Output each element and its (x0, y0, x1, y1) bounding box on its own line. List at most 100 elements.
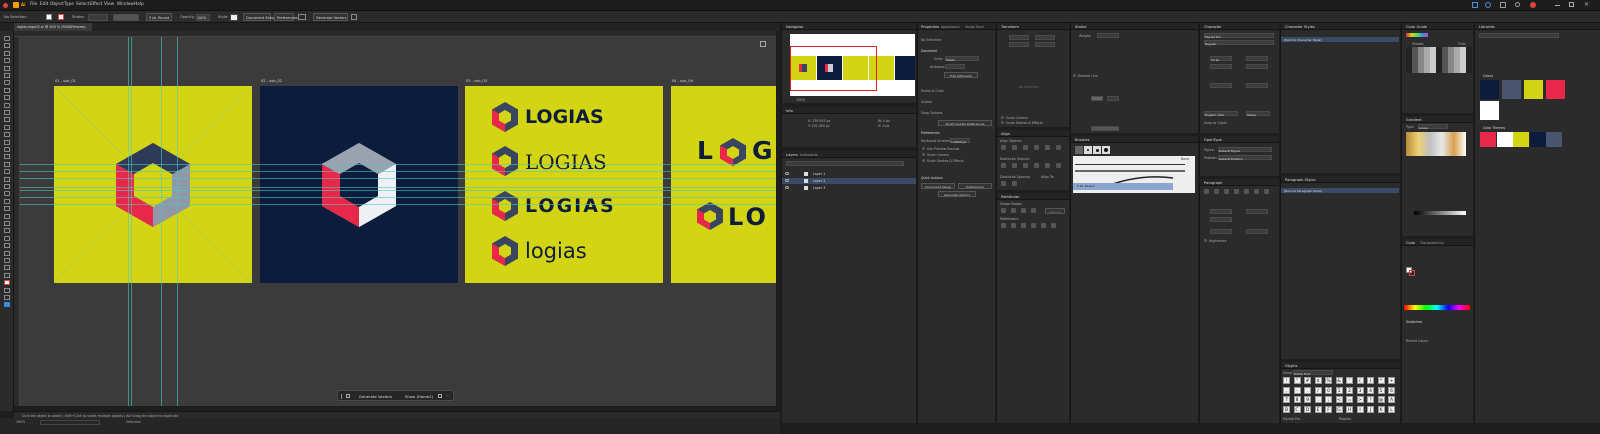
vertical-guide[interactable] (128, 37, 129, 406)
minus-back-icon[interactable] (1051, 223, 1056, 228)
props-document-setup-button[interactable]: Document Setup (921, 183, 955, 189)
eyedropper-tool-icon[interactable] (4, 221, 10, 226)
zoom-level[interactable]: 300% (16, 420, 25, 424)
align-option-icon[interactable] (1012, 163, 1017, 168)
hand-tool-icon[interactable] (4, 265, 10, 271)
close-icon[interactable] (3, 3, 8, 8)
paragraph-style-row[interactable]: [Normal Paragraph Style] (1281, 188, 1399, 193)
glyph-cell[interactable]: 7 (1283, 396, 1290, 403)
layer-row-3[interactable]: Layer 3 (782, 185, 916, 191)
glyph-cell[interactable]: ' (1346, 377, 1353, 384)
slice-tool-icon[interactable] (4, 258, 10, 263)
align-option-icon[interactable] (1045, 163, 1050, 168)
glyph-cell[interactable]: C (1293, 405, 1301, 413)
props-generate-vectors-button[interactable]: Generate Vectors (938, 191, 976, 197)
glyph-cell[interactable]: L (1388, 405, 1395, 413)
library-theme-swatch[interactable] (1496, 132, 1513, 147)
transform-w-input[interactable] (1035, 35, 1055, 40)
minus-front-icon[interactable] (1011, 208, 1016, 213)
horizontal-guide[interactable] (20, 204, 776, 205)
color-guide-harmony[interactable] (1406, 33, 1428, 37)
navigator-title[interactable]: Navigator (786, 25, 804, 29)
shaper-tool-icon[interactable] (4, 124, 10, 130)
info-title[interactable]: Info (786, 109, 793, 113)
tracking-input[interactable] (1246, 64, 1268, 69)
trim-icon[interactable] (1011, 223, 1016, 228)
align-option-icon[interactable] (1034, 163, 1039, 168)
libraries-search[interactable] (1479, 33, 1559, 38)
pen-icon[interactable] (346, 394, 350, 398)
document-tab[interactable]: logias-logo02.ai @ 300 % (RGB/Preview) (14, 23, 92, 31)
gradient-swatch-grid[interactable] (1406, 132, 1466, 156)
appearance-tab[interactable]: Appearance (941, 25, 960, 29)
brushes-title[interactable]: Brushes (1075, 138, 1089, 142)
glyphs-show-dropdown[interactable]: Entire Font (1293, 370, 1333, 376)
transform-h-input[interactable] (1035, 42, 1055, 47)
align-option-icon[interactable] (1056, 163, 1061, 168)
pencil-tool-icon[interactable] (4, 132, 10, 138)
zoom-tool-icon[interactable] (4, 272, 10, 278)
horizontal-guide[interactable] (20, 171, 776, 172)
glyph-cell[interactable]: K (1377, 405, 1385, 413)
kerning-input[interactable] (1210, 64, 1232, 69)
library-theme-swatch[interactable] (1480, 132, 1496, 147)
vertical-guide[interactable] (177, 37, 178, 406)
show-home-button[interactable]: Show (Home2) (400, 392, 436, 400)
glyph-cell[interactable]: > (1356, 396, 1364, 403)
indent-right-input[interactable] (1246, 209, 1268, 214)
navigator-thumbnail[interactable] (790, 34, 915, 96)
glyph-cell[interactable]: < (1335, 396, 1343, 403)
blend-tool-icon[interactable] (4, 228, 10, 234)
brush-selected-row[interactable]: 5 pt. Round (1073, 183, 1173, 190)
artboard-1[interactable] (54, 86, 252, 283)
unite-icon[interactable] (1001, 208, 1006, 213)
glyph-cell[interactable]: @ (1377, 396, 1385, 403)
scale-strokes-checkbox[interactable] (922, 159, 925, 162)
glyph-cell[interactable]: % (1325, 377, 1332, 384)
brush-library-box[interactable]: Basic 5 pt. Round (1073, 156, 1195, 193)
menu-select[interactable]: Select (76, 2, 89, 7)
color-stroke-swatch[interactable] (1409, 270, 1415, 276)
crop-icon[interactable] (1031, 223, 1036, 228)
stroke-weight-field[interactable] (1097, 33, 1119, 38)
color-tab[interactable]: Color (1406, 241, 1415, 245)
menu-effect[interactable]: Effect (90, 2, 102, 7)
libraries-title[interactable]: Libraries (1479, 25, 1495, 29)
glyph-cell[interactable]: 3 (1356, 386, 1364, 394)
glyph-cell[interactable]: ( (1356, 377, 1364, 384)
glyph-cell[interactable]: D (1304, 405, 1311, 413)
glyph-cell[interactable]: 8 (1293, 396, 1301, 403)
glyph-cell[interactable]: F (1325, 405, 1332, 413)
horizontal-guide[interactable] (20, 197, 776, 198)
color-guide-title[interactable]: Color Guide (1406, 25, 1427, 29)
menu-file[interactable]: File (30, 2, 37, 7)
eye-icon[interactable] (785, 172, 789, 175)
divide-icon[interactable] (1001, 223, 1006, 228)
draw-mode-tool-icon[interactable] (4, 295, 10, 300)
status-mode[interactable]: Selection (126, 420, 141, 424)
artboard-4[interactable]: L G LO (671, 86, 776, 283)
menu-type[interactable]: Type (64, 2, 74, 7)
indent-left-input[interactable] (1210, 209, 1232, 214)
library-theme-swatch[interactable] (1546, 132, 1562, 147)
color-spectrum[interactable] (1404, 305, 1470, 310)
glyph-cell[interactable]: , (1283, 386, 1290, 394)
align-option-icon[interactable] (1034, 145, 1039, 150)
properties-tab[interactable]: Properties (921, 25, 939, 29)
gradient-type-dropdown[interactable]: Linear (1418, 124, 1448, 130)
library-theme-swatch[interactable] (1529, 132, 1546, 147)
align-option-icon[interactable] (1012, 145, 1017, 150)
glyph-cell[interactable]: : (1314, 396, 1322, 403)
menu-view[interactable]: View (104, 2, 114, 7)
library-color-swatch[interactable] (1524, 80, 1543, 99)
horizontal-guide[interactable] (20, 187, 776, 188)
language-dropdown[interactable]: English: USA (1204, 111, 1238, 117)
glyph-cell[interactable]: A (1388, 396, 1395, 403)
first-line-indent-input[interactable] (1210, 217, 1232, 222)
units-dropdown[interactable]: Pixels (945, 56, 979, 62)
rotate-tool-icon[interactable] (4, 154, 10, 160)
type-tool-icon[interactable] (4, 80, 10, 86)
transform-scale-strokes-checkbox[interactable] (1001, 121, 1004, 124)
more-options-icon[interactable]: ··· (446, 393, 450, 398)
free-transform-tool-icon[interactable] (4, 184, 10, 189)
